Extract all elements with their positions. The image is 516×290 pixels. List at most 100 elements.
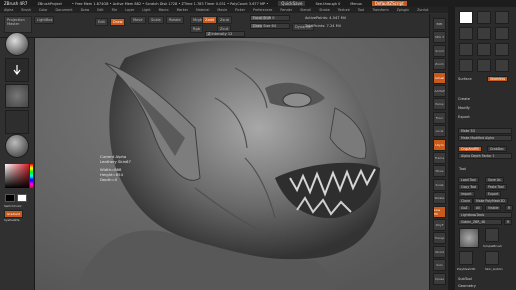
shelf-spix-3-button[interactable]: SPix 3 xyxy=(433,31,446,44)
load-tool-button[interactable]: Load Tool xyxy=(458,177,479,183)
skin-goblin-thumbnail[interactable] xyxy=(485,251,499,265)
alpha-thumb-3[interactable] xyxy=(495,11,509,24)
menu-transform[interactable]: Transform xyxy=(372,8,388,12)
document-canvas[interactable]: Current Alpha Leathery Skin67 Width=868 … xyxy=(35,38,429,290)
main-color-swatch[interactable] xyxy=(5,194,15,202)
shelf-solo-button[interactable]: Solo xyxy=(433,259,446,272)
make-modified-alpha-button[interactable]: Make Modified Alpha xyxy=(458,135,512,141)
alpha-palette-thumb[interactable] xyxy=(459,11,473,24)
copy-tool-button[interactable]: Copy Tool xyxy=(458,184,480,190)
shelf-rotate-button[interactable]: Rotate xyxy=(433,192,446,205)
shelf-xpose-button[interactable]: Xpose xyxy=(433,272,446,285)
menu-movie[interactable]: Movie xyxy=(217,8,227,12)
menu-alpha[interactable]: Alpha xyxy=(4,8,13,12)
paste-tool-button[interactable]: Paste Tool xyxy=(485,184,507,190)
menu-zscript[interactable]: Zscript xyxy=(417,8,428,12)
import-button[interactable]: Import xyxy=(458,191,475,197)
see-through-slider[interactable]: See-through 0 xyxy=(315,2,340,6)
alpha-thumb-12[interactable] xyxy=(495,59,509,72)
export-tool-button[interactable]: Export xyxy=(485,191,502,197)
goz-r-button[interactable]: R xyxy=(505,205,514,211)
menu-color[interactable]: Color xyxy=(39,8,48,12)
menu-file[interactable]: File xyxy=(112,8,118,12)
make-polymesh-button[interactable]: Make PolyMesh3D xyxy=(473,198,508,204)
color-picker[interactable] xyxy=(5,164,33,192)
draw-button[interactable]: Draw xyxy=(110,18,126,26)
alpha-thumb-11[interactable] xyxy=(477,59,491,72)
shelf-aahalf-button[interactable]: AAHalf xyxy=(433,85,446,97)
geometry-subpalette[interactable]: Geometry xyxy=(458,284,476,288)
shelf-persp-button[interactable]: Persp xyxy=(433,98,446,111)
menu-material[interactable]: Material xyxy=(196,8,209,12)
shelf-transp-button[interactable]: Transp xyxy=(433,232,446,245)
alpha-thumbnail[interactable] xyxy=(5,84,29,108)
alpha-thumb-7[interactable] xyxy=(459,43,473,56)
zadd-button[interactable]: Zadd xyxy=(202,16,218,24)
tool-palette-title[interactable]: Tool xyxy=(459,167,466,171)
rotate-button[interactable]: Rotate xyxy=(166,16,184,24)
rgb-button[interactable]: Rgb xyxy=(190,25,204,33)
current-tool-name[interactable]: Goblin_ZBR_48 xyxy=(458,219,502,225)
lightbox-button[interactable]: LightBox xyxy=(34,16,54,24)
subtool-subpalette[interactable]: SubTool xyxy=(458,277,472,281)
modify-subpalette[interactable]: Modify xyxy=(458,106,470,110)
alpha-thumb-2[interactable] xyxy=(477,11,491,24)
brush-thumbnail[interactable] xyxy=(5,32,29,56)
edit-button[interactable]: Edit xyxy=(95,18,108,26)
menu-macro[interactable]: Macro xyxy=(159,8,169,12)
menu-stencil[interactable]: Stencil xyxy=(300,8,311,12)
menu-tool[interactable]: Tool xyxy=(358,8,364,12)
alpha-thumb-6[interactable] xyxy=(495,27,509,40)
menu-edit[interactable]: Edit xyxy=(97,8,103,12)
shelf-line-fill-button[interactable]: Line Fill xyxy=(433,205,446,218)
alpha-thumb-4[interactable] xyxy=(459,27,473,40)
menu-stroke[interactable]: Stroke xyxy=(319,8,330,12)
save-as-button[interactable]: Save As xyxy=(485,177,504,183)
focal-shift-slider[interactable]: Focal Shift 0 xyxy=(250,15,290,21)
menu-layer[interactable]: Layer xyxy=(125,8,134,12)
grab-doc-button[interactable]: GrabDoc xyxy=(487,146,507,152)
simple-brush-thumbnail[interactable] xyxy=(485,228,499,242)
scale-button[interactable]: Scale xyxy=(148,16,164,24)
move-button[interactable]: Move xyxy=(130,16,146,24)
draw-size-slider[interactable]: Draw Size 64 xyxy=(250,23,290,29)
alpha-thumb-10[interactable] xyxy=(459,59,473,72)
shelf-move-button[interactable]: Move xyxy=(433,165,446,178)
default-zscript-button[interactable]: DefaultZScript xyxy=(371,1,407,6)
menu-light[interactable]: Light xyxy=(142,8,150,12)
shelf-scroll-button[interactable]: Scroll xyxy=(433,44,446,57)
shelf-zoom-button[interactable]: Zoom xyxy=(433,58,446,71)
sys-palette-button[interactable]: SysPalette xyxy=(4,218,20,222)
menu-texture[interactable]: Texture xyxy=(338,8,350,12)
stroke-thumbnail[interactable] xyxy=(5,58,29,82)
alpha-thumb-5[interactable] xyxy=(477,27,491,40)
shelf-bpr-button[interactable]: BPR xyxy=(433,18,446,30)
current-tool-r-button[interactable]: R xyxy=(504,219,513,225)
menu-draw[interactable]: Draw xyxy=(81,8,90,12)
secondary-color-swatch[interactable] xyxy=(17,194,27,202)
menus-toggle[interactable]: Menus xyxy=(350,2,361,6)
shelf-local-button[interactable]: Local xyxy=(433,125,446,138)
clone-button[interactable]: Clone xyxy=(458,198,474,204)
menu-picker[interactable]: Picker xyxy=(235,8,245,12)
right-tray-divider[interactable] xyxy=(448,7,455,290)
shelf-lsym-button[interactable]: LSym xyxy=(433,138,446,151)
make-3d-button[interactable]: Make 3D xyxy=(458,128,512,134)
crop-and-fill-button[interactable]: CropAndFill xyxy=(458,146,482,152)
menu-marker[interactable]: Marker xyxy=(177,8,188,12)
projection-master-button[interactable]: Projection Master xyxy=(4,16,32,33)
texture-thumbnail[interactable] xyxy=(5,110,29,134)
goz-visible-button[interactable]: Visible xyxy=(485,205,502,211)
surface-button[interactable]: Surface xyxy=(458,77,472,81)
switch-color-button[interactable]: SwitchColor xyxy=(4,204,22,208)
menu-render[interactable]: Render xyxy=(280,8,292,12)
polymesh-thumbnail[interactable] xyxy=(459,251,473,265)
material-thumbnail[interactable] xyxy=(5,134,29,158)
shelf-floor-button[interactable]: Floor xyxy=(433,111,446,124)
goz-button[interactable]: GoZ xyxy=(458,205,471,211)
alpha-thumb-8[interactable] xyxy=(477,43,491,56)
seamless-button[interactable]: Seamless xyxy=(487,76,509,82)
menu-preferences[interactable]: Preferences xyxy=(253,8,272,12)
alpha-depth-factor-slider[interactable]: Alpha Depth Factor 1 xyxy=(458,153,512,159)
shelf-frame-button[interactable]: Frame xyxy=(433,152,446,164)
